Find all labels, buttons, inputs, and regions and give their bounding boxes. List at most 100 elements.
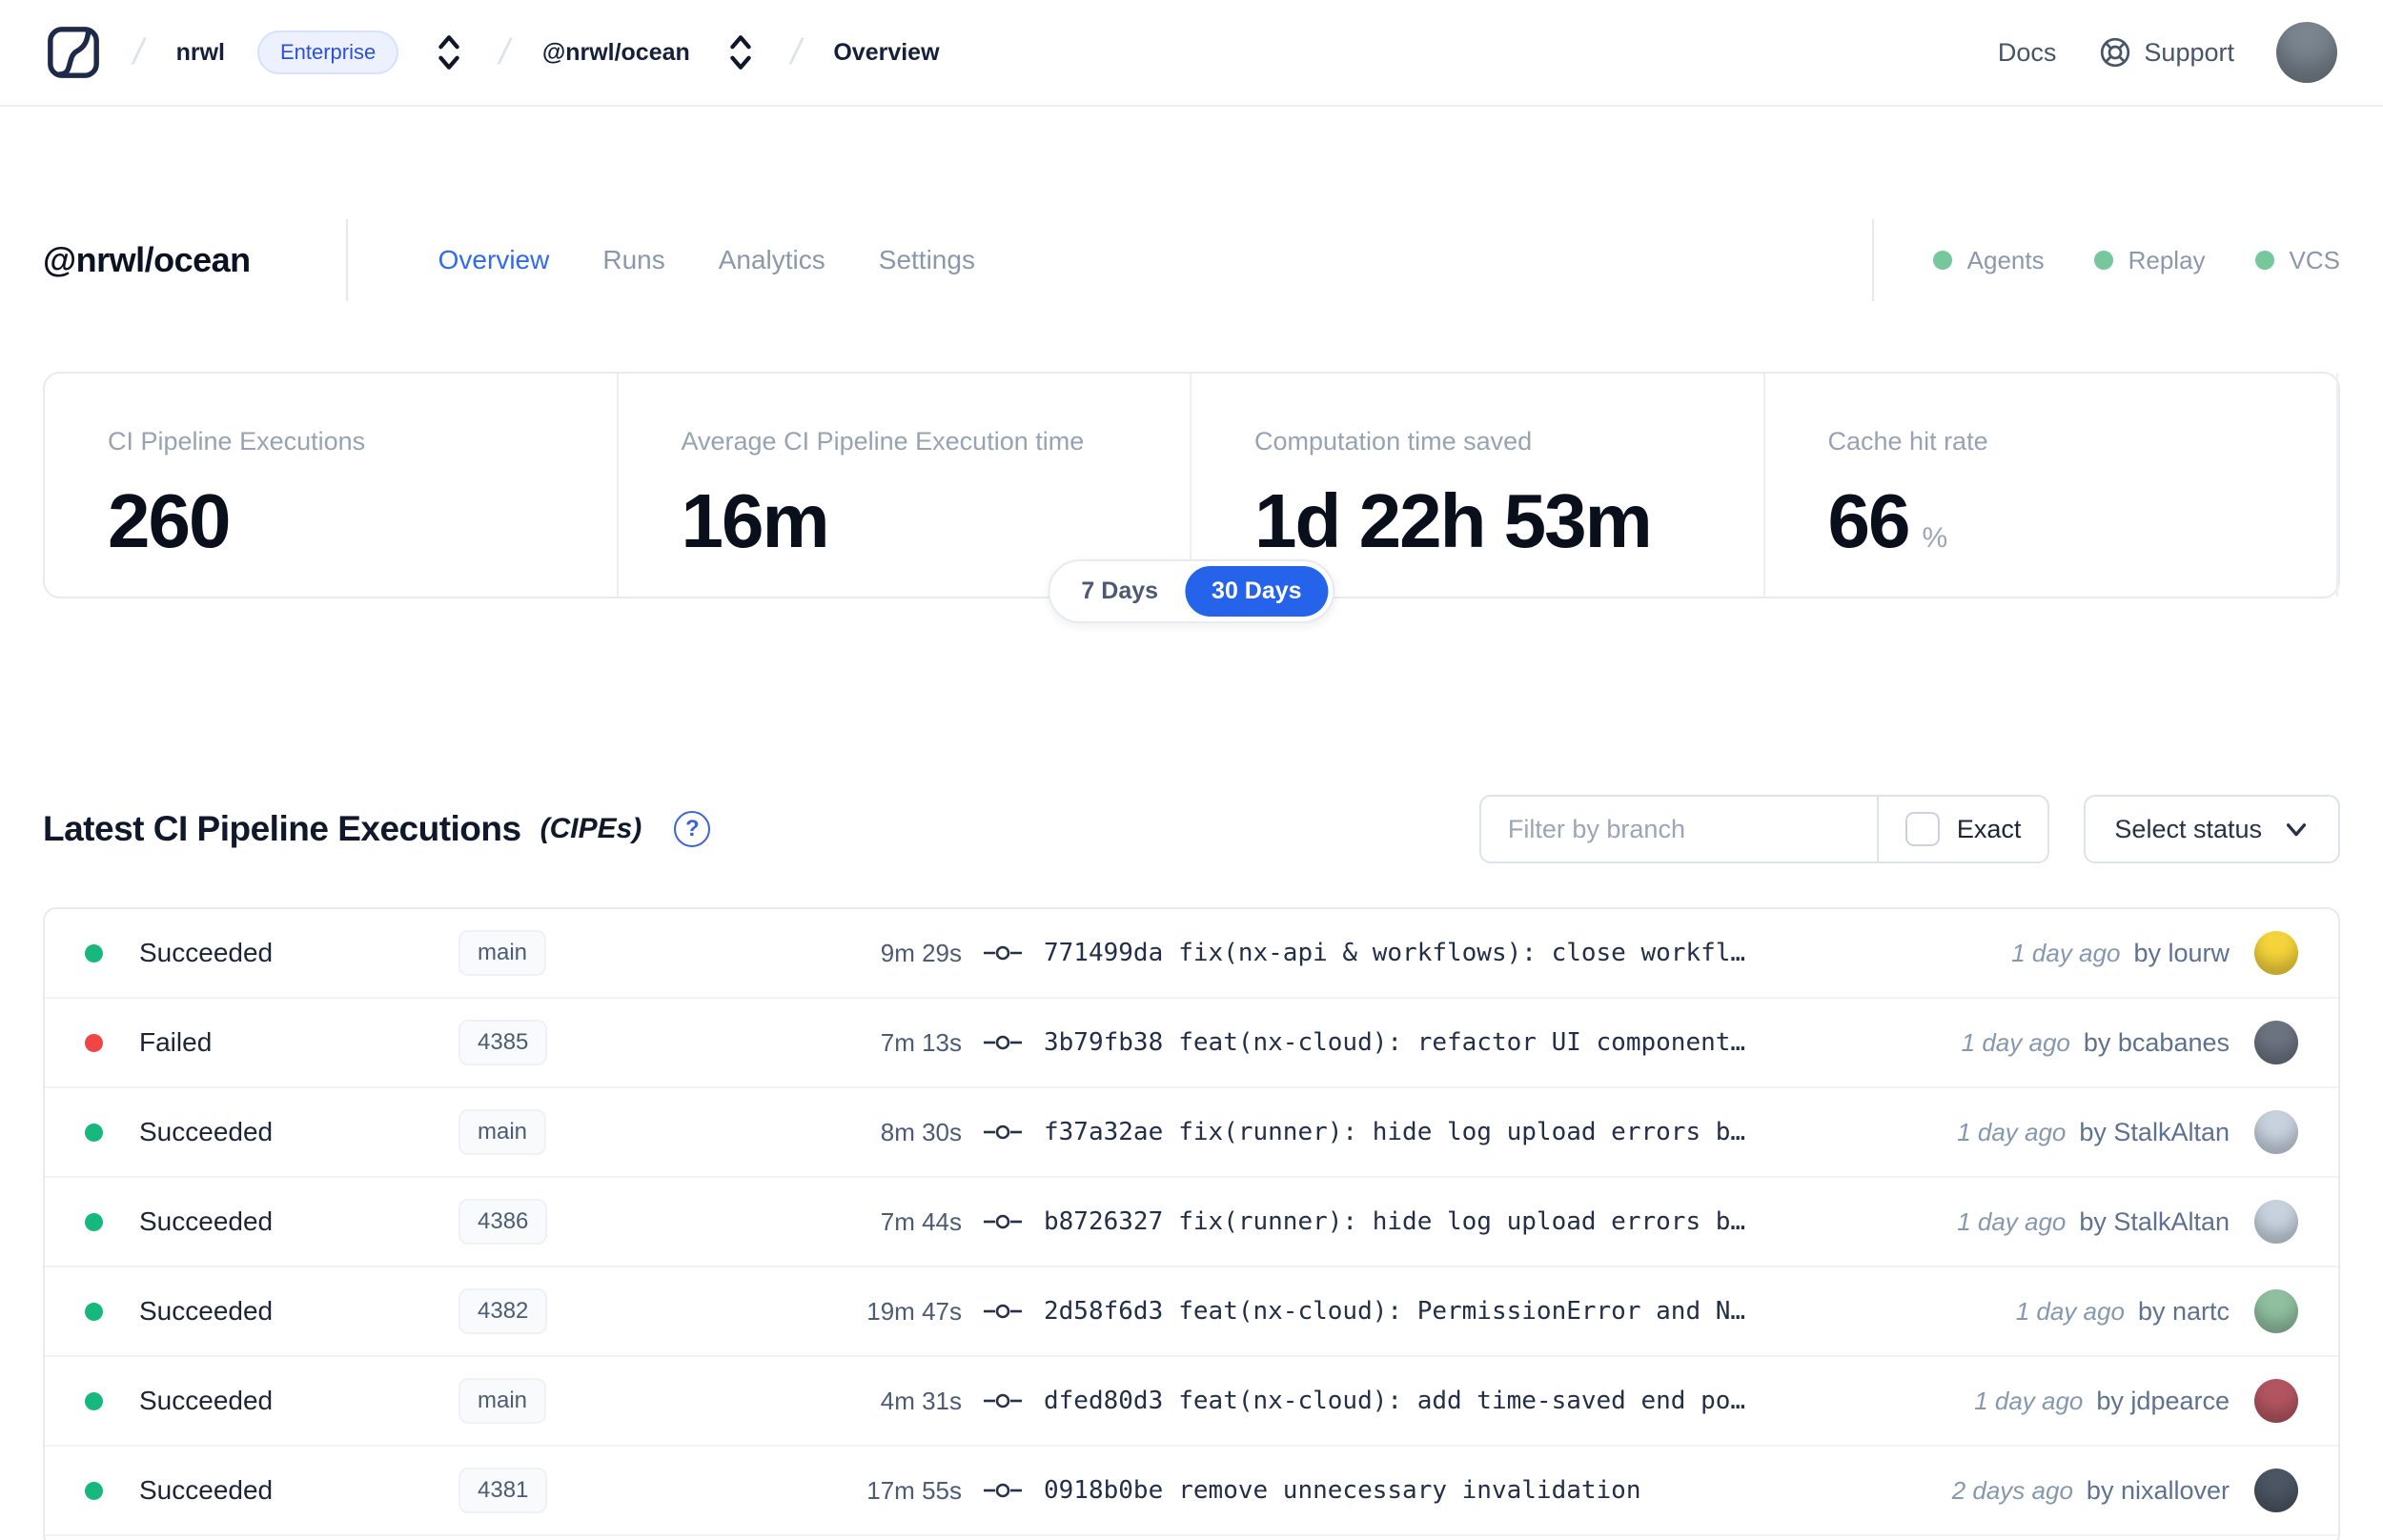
nx-logo[interactable]	[46, 25, 101, 80]
branch-chip[interactable]: 4386	[458, 1199, 548, 1245]
stat-value: 66 %	[1827, 478, 1948, 563]
commit-message[interactable]: 771499da fix(nx-api & workflows): close w…	[1044, 939, 2011, 967]
author-avatar[interactable]	[2254, 931, 2298, 975]
tab-overview[interactable]: Overview	[438, 245, 550, 275]
table-row[interactable]: Succeeded 4386 7m 44s b8726327 fix(runner…	[45, 1178, 2338, 1267]
branch-chip[interactable]: 4381	[458, 1468, 548, 1513]
table-row[interactable]: Succeeded main 4m 31s dfed80d3 feat(nx-cl…	[45, 1357, 2338, 1447]
git-commit-icon	[984, 1125, 1022, 1140]
timestamp: 1 day ago	[1957, 1206, 2067, 1236]
author-avatar[interactable]	[2254, 1379, 2298, 1423]
author-avatar[interactable]	[2254, 1200, 2298, 1244]
author-avatar[interactable]	[2254, 1469, 2298, 1512]
select-status-label: Select status	[2114, 814, 2262, 843]
commit-message[interactable]: 3b79fb38 feat(nx-cloud): refactor UI comp…	[1044, 1028, 1962, 1057]
stat-card-cache-hit-rate: Cache hit rate 66 %	[1765, 374, 2338, 597]
workspace-title: @nrwl/ocean	[43, 240, 251, 279]
author-label: by bcabanes	[2083, 1027, 2230, 1057]
table-row[interactable]: Succeeded main 8m 30s f37a32ae fix(runner…	[45, 1088, 2338, 1178]
git-commit-icon	[984, 1214, 1022, 1229]
breadcrumb-separator: /	[495, 31, 515, 72]
main-content: @nrwl/ocean Overview Runs Analytics Sett…	[0, 219, 2383, 1540]
git-commit-icon	[984, 1035, 1022, 1050]
author-label: by StalkAltan	[2079, 1117, 2230, 1146]
chevron-up-down-icon	[730, 35, 751, 70]
breadcrumb-workspace[interactable]: @nrwl/ocean	[542, 39, 690, 67]
success-dot-icon	[85, 1302, 103, 1321]
docs-link[interactable]: Docs	[1998, 38, 2057, 68]
tab-analytics[interactable]: Analytics	[719, 245, 825, 275]
help-icon[interactable]: ?	[674, 811, 711, 847]
org-switcher-button[interactable]	[431, 30, 467, 75]
range-7-days-button[interactable]: 7 Days	[1054, 566, 1185, 617]
success-dot-icon	[85, 1391, 103, 1410]
feature-label: Replay	[2128, 245, 2206, 274]
commit-message[interactable]: f37a32ae fix(runner): hide log upload err…	[1044, 1118, 1957, 1146]
duration-label: 17m 55s	[866, 1475, 962, 1505]
nx-logo-icon	[48, 27, 99, 78]
stat-card-ci-executions: CI Pipeline Executions 260	[45, 374, 619, 597]
branch-chip[interactable]: main	[458, 1378, 547, 1424]
cipe-section-header: Latest CI Pipeline Executions (CIPEs) ? …	[43, 795, 2340, 863]
enterprise-badge[interactable]: Enterprise	[256, 30, 399, 74]
author-avatar[interactable]	[2254, 1289, 2298, 1333]
branch-chip[interactable]: main	[458, 930, 547, 976]
workspace-switcher-button[interactable]	[723, 30, 759, 75]
duration-label: 7m 13s	[880, 1027, 962, 1057]
stat-value: 1d 22h 53m	[1254, 478, 1653, 563]
feature-label: Agents	[1966, 245, 2045, 274]
status-label: Failed	[139, 1027, 213, 1057]
branch-chip[interactable]: 4382	[458, 1288, 548, 1334]
duration-label: 8m 30s	[880, 1117, 962, 1146]
support-link[interactable]: Support	[2098, 35, 2234, 70]
tab-runs[interactable]: Runs	[602, 245, 664, 275]
table-row[interactable]: Succeeded main 9m 29s 771499da fix(nx-api…	[45, 909, 2338, 999]
range-30-days-button[interactable]: 30 Days	[1185, 566, 1329, 617]
exact-checkbox[interactable]	[1904, 812, 1940, 846]
table-row[interactable]: Failed 4385 7m 13s 3b79fb38 feat(nx-cloud…	[45, 999, 2338, 1088]
stat-label: CI Pipeline Executions	[108, 427, 366, 456]
breadcrumb-org[interactable]: nrwl	[176, 39, 225, 67]
author-avatar[interactable]	[2254, 1110, 2298, 1154]
feature-replay: Replay	[2093, 245, 2206, 275]
author-label: by nartc	[2137, 1296, 2230, 1326]
duration-label: 9m 29s	[880, 938, 962, 967]
status-label: Succeeded	[139, 1386, 274, 1415]
table-row[interactable]: Succeeded 4382 19m 47s 2d58f6d3 feat(nx-c…	[45, 1267, 2338, 1357]
cipe-table: Succeeded main 9m 29s 771499da fix(nx-api…	[43, 907, 2340, 1540]
author-avatar[interactable]	[2254, 1021, 2298, 1064]
status-dot-icon	[1932, 251, 1952, 270]
commit-message[interactable]: b8726327 fix(runner): hide log upload err…	[1044, 1207, 1957, 1236]
author-label: by nixallover	[2086, 1475, 2230, 1505]
branch-chip[interactable]: main	[458, 1109, 547, 1155]
duration-label: 4m 31s	[880, 1386, 962, 1415]
failed-dot-icon	[85, 1033, 103, 1052]
commit-message[interactable]: 2d58f6d3 feat(nx-cloud): PermissionError …	[1044, 1297, 2016, 1326]
author-label: by lourw	[2133, 938, 2230, 967]
branch-filter-group: Exact	[1478, 795, 2050, 863]
date-range-toggle: 7 Days 30 Days	[1048, 559, 1335, 623]
status-label: Succeeded	[139, 1117, 274, 1146]
git-commit-icon	[984, 945, 1022, 961]
timestamp: 1 day ago	[1961, 1027, 2070, 1057]
tab-settings[interactable]: Settings	[879, 245, 975, 275]
table-row-partial	[45, 1536, 2338, 1540]
timestamp: 1 day ago	[1974, 1386, 2084, 1415]
commit-message[interactable]: dfed80d3 feat(nx-cloud): add time-saved e…	[1044, 1387, 1974, 1415]
select-status-button[interactable]: Select status	[2084, 795, 2340, 863]
stat-label: Computation time saved	[1254, 427, 1533, 456]
user-avatar[interactable]	[2276, 22, 2337, 83]
section-subtitle: (CIPEs)	[540, 813, 642, 844]
duration-label: 19m 47s	[866, 1296, 962, 1326]
branch-chip[interactable]: 4385	[458, 1020, 548, 1065]
branch-filter-input[interactable]	[1480, 797, 1877, 861]
success-dot-icon	[85, 1212, 103, 1231]
commit-message[interactable]: 0918b0be remove unnecessary invalidation	[1044, 1476, 1952, 1505]
percent-suffix: %	[1922, 522, 1948, 554]
success-dot-icon	[85, 1481, 103, 1500]
git-commit-icon	[984, 1304, 1022, 1319]
table-row[interactable]: Succeeded 4381 17m 55s 0918b0be remove un…	[45, 1447, 2338, 1536]
feature-status-list: Agents Replay VCS	[1932, 245, 2340, 275]
status-label: Succeeded	[139, 1475, 274, 1505]
feature-vcs: VCS	[2254, 246, 2340, 275]
